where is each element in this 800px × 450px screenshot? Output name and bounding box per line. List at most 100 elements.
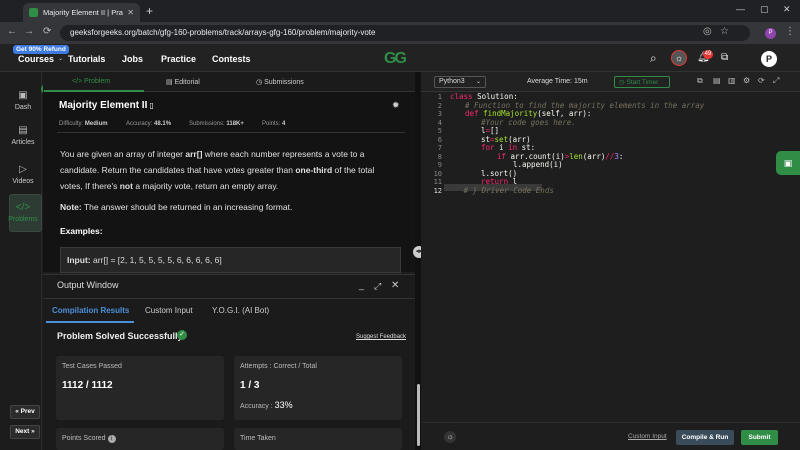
tab-custom-input[interactable]: Custom Input <box>145 306 193 315</box>
accuracy-value: 33% <box>274 400 293 410</box>
start-timer-label: Start Timer <box>626 79 659 86</box>
points-scored-text: Points Scored <box>62 435 106 442</box>
theme-icon[interactable]: ☼ <box>444 431 456 443</box>
menu-tutorials[interactable]: Tutorials <box>68 54 105 64</box>
back-icon[interactable]: ← <box>7 26 17 37</box>
profile-avatar[interactable]: P <box>765 28 776 39</box>
code-editor[interactable] <box>421 92 800 422</box>
forward-icon[interactable]: → <box>24 26 34 37</box>
suggest-feedback-link[interactable]: Suggest Feedback <box>356 334 406 340</box>
meta-label: Accuracy: <box>126 121 153 127</box>
rail-item-videos[interactable]: ▷ Videos <box>8 164 38 185</box>
reload-icon[interactable]: ⟳ <box>43 26 51 37</box>
rail-item-articles[interactable]: ▤ Articles <box>8 125 38 146</box>
copy-icon[interactable]: ⧉ <box>697 76 703 86</box>
theme-toggle-icon[interactable]: ☼ <box>671 50 687 66</box>
scrollbar[interactable] <box>417 384 420 446</box>
desc-bold: arr[] <box>185 149 203 159</box>
accuracy-row: Accuracy : 33% <box>240 400 293 410</box>
accuracy-label: Accuracy : <box>240 403 273 410</box>
user-avatar[interactable]: P <box>761 51 777 67</box>
file-icon[interactable]: ▤ <box>713 76 721 85</box>
compile-run-button[interactable]: Compile & Run <box>676 430 734 445</box>
points-meta: Points: 4 <box>262 121 285 127</box>
check-circle-icon: ✓ <box>177 330 187 340</box>
chat-icon[interactable]: ▣ <box>776 151 800 175</box>
meta-label: Difficulty: <box>59 121 84 127</box>
prev-button[interactable]: « Prev <box>10 405 40 419</box>
rail-item-dash[interactable]: ▣ Dash <box>8 90 38 111</box>
rail-item-label: Dash <box>14 104 32 111</box>
settings-icon[interactable]: ⚙ <box>743 76 750 85</box>
line-number: 4 <box>437 118 442 127</box>
reset-icon[interactable]: ⟳ <box>758 76 765 85</box>
rail-item-problems[interactable]: </> Problems <box>8 202 38 223</box>
tab-label: Editorial <box>174 79 200 86</box>
points-scored-label: Points Scored i <box>62 435 116 443</box>
meta-label: Submissions: <box>189 121 225 127</box>
time-taken-label: Time Taken <box>240 435 276 442</box>
submissions-value: 118K+ <box>226 121 244 127</box>
bookmark-star-icon[interactable]: ☆ <box>720 26 729 37</box>
average-time: Average Time: 15m <box>527 78 588 85</box>
line-number: 11 <box>433 178 442 186</box>
menu-jobs[interactable]: Jobs <box>122 54 143 64</box>
line-number: 5 <box>437 127 442 135</box>
gfg-logo[interactable]: GG <box>384 50 407 68</box>
browser-tab[interactable]: Majority Element II | Practice | G ✕ <box>23 3 140 22</box>
save-icon[interactable]: ▥ <box>728 76 736 85</box>
eye-off-icon[interactable]: ◎ <box>703 26 712 37</box>
language-select[interactable]: Python3 ⌄ <box>434 76 486 88</box>
example-input-label: Input: <box>67 255 91 265</box>
problem-title-text: Majority Element II <box>59 100 148 111</box>
points-value: 4 <box>282 121 286 127</box>
attempts-label: Attempts : Correct / Total <box>240 363 317 370</box>
new-tab-icon[interactable]: + <box>146 4 153 18</box>
problem-description: You are given an array of integer arr[] … <box>60 146 398 194</box>
close-window-icon[interactable]: ✕ <box>783 4 791 15</box>
tab-editorial[interactable]: ▤ Editorial <box>166 78 200 86</box>
expand-output-icon[interactable]: ⤢ <box>374 281 381 292</box>
tab-title: Majority Element II | Practice | G <box>43 8 123 17</box>
difficulty-value: Medium <box>84 121 108 127</box>
rail-item-label: Problems <box>8 216 38 223</box>
next-button[interactable]: Next » <box>10 425 40 439</box>
rail-item-label: Videos <box>12 178 34 185</box>
desc-bold: one-third <box>295 165 333 175</box>
tab-compilation-results[interactable]: Compilation Results <box>52 306 129 315</box>
close-output-icon[interactable]: ✕ <box>391 280 399 291</box>
maximize-icon[interactable]: ▢ <box>760 4 769 15</box>
line-number: 6 <box>437 135 442 144</box>
custom-input-link[interactable]: Custom Input <box>628 433 667 440</box>
search-icon[interactable]: ⌕ <box>650 51 657 66</box>
line-number: 2 <box>437 101 442 110</box>
language-value: Python3 <box>439 78 465 85</box>
fullscreen-icon[interactable]: ⤢ <box>773 76 779 86</box>
notification-count: 49 <box>703 50 713 59</box>
bug-report-icon[interactable]: ✹ <box>392 100 400 111</box>
menu-practice[interactable]: Practice <box>161 54 196 64</box>
menu-courses[interactable]: Courses <box>18 54 54 64</box>
refund-badge[interactable]: Get 90% Refund <box>13 45 69 54</box>
bookmark-icon[interactable]: ▯ <box>149 101 153 110</box>
browser-menu-icon[interactable]: ⋮ <box>785 26 795 37</box>
info-icon[interactable]: i <box>107 435 116 443</box>
gfg-favicon-icon <box>29 8 38 17</box>
submit-button[interactable]: Submit <box>741 430 778 445</box>
rail-item-label: Articles <box>11 139 35 146</box>
minimize-icon[interactable]: — <box>736 4 745 14</box>
menu-contests[interactable]: Contests <box>212 54 251 64</box>
close-tab-icon[interactable]: ✕ <box>127 8 134 17</box>
code-line: # } Driver Code Ends <box>450 185 554 195</box>
tab-submissions[interactable]: ◷ Submissions <box>256 78 304 86</box>
tab-yogi-ai-bot[interactable]: Y.O.G.I. (AI Bot) <box>212 306 269 315</box>
url-field[interactable]: geeksforgeeks.org/batch/gfg-160-problems… <box>60 25 750 41</box>
chevron-down-icon: ⌄ <box>58 56 64 62</box>
minimize-output-icon[interactable]: _ <box>359 280 364 290</box>
dashboard-icon: ▣ <box>18 90 28 101</box>
translate-icon[interactable]: ⧉ <box>721 52 728 63</box>
line-number: 7 <box>437 144 442 152</box>
submissions-meta: Submissions: 118K+ <box>189 121 244 127</box>
start-timer-button[interactable]: ◷ Start Timer <box>614 76 670 88</box>
tab-problem[interactable]: </> Problem <box>72 78 110 85</box>
